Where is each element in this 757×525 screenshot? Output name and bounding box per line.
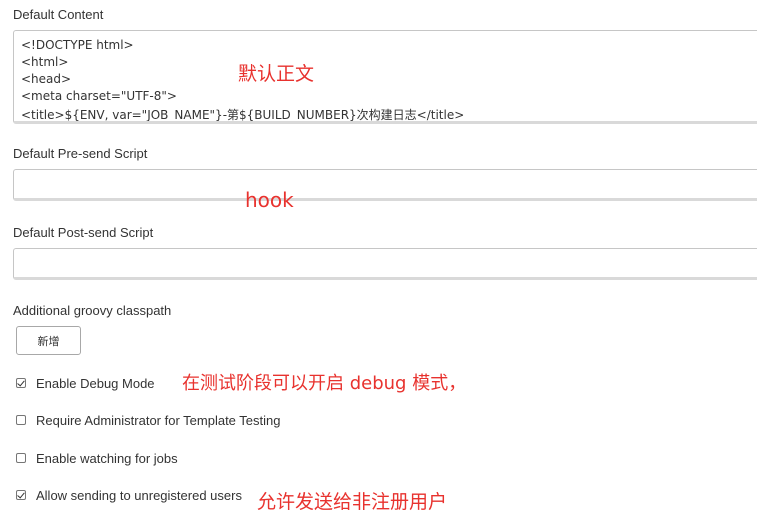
post-send-script-label: Default Post-send Script bbox=[13, 225, 154, 240]
require-administrator-checkbox[interactable] bbox=[16, 415, 26, 425]
option-allow-unregistered[interactable]: Allow sending to unregistered users bbox=[16, 487, 242, 503]
code-line: <head> bbox=[21, 72, 72, 86]
enable-debug-mode-label: Enable Debug Mode bbox=[36, 375, 155, 391]
allow-unregistered-checkbox[interactable] bbox=[16, 490, 26, 500]
option-enable-debug-mode[interactable]: Enable Debug Mode bbox=[16, 375, 155, 391]
groovy-classpath-label: Additional groovy classpath bbox=[13, 303, 172, 318]
default-content-annotation: 默认正文 bbox=[238, 63, 315, 85]
unregistered-users-annotation: 允许发送给非注册用户 bbox=[257, 491, 448, 513]
enable-watching-checkbox[interactable] bbox=[16, 453, 26, 463]
enable-debug-mode-checkbox[interactable] bbox=[16, 378, 26, 388]
pre-send-script-label: Default Pre-send Script bbox=[13, 146, 148, 161]
code-line: <html> bbox=[21, 55, 69, 69]
code-line: <meta charset="UTF-8"> bbox=[21, 89, 177, 103]
pre-send-script-annotation: hook bbox=[245, 188, 294, 212]
default-content-textarea[interactable]: <!DOCTYPE html> <html> <head> <meta char… bbox=[13, 30, 757, 124]
add-classpath-button[interactable]: 新增 bbox=[16, 326, 81, 355]
enable-watching-label: Enable watching for jobs bbox=[36, 450, 178, 466]
option-enable-watching[interactable]: Enable watching for jobs bbox=[16, 450, 178, 466]
code-line: <title>${ENV, var="JOB_NAME"}-第${BUILD_N… bbox=[21, 108, 465, 122]
debug-mode-annotation: 在测试阶段可以开启 debug 模式， bbox=[182, 373, 467, 394]
option-require-administrator[interactable]: Require Administrator for Template Testi… bbox=[16, 412, 280, 428]
default-content-label: Default Content bbox=[13, 7, 104, 22]
code-line: <!DOCTYPE html> bbox=[21, 38, 134, 52]
pre-send-script-input[interactable] bbox=[13, 169, 757, 201]
require-administrator-label: Require Administrator for Template Testi… bbox=[36, 412, 281, 428]
allow-unregistered-label: Allow sending to unregistered users bbox=[36, 487, 242, 503]
post-send-script-input[interactable] bbox=[13, 248, 757, 280]
